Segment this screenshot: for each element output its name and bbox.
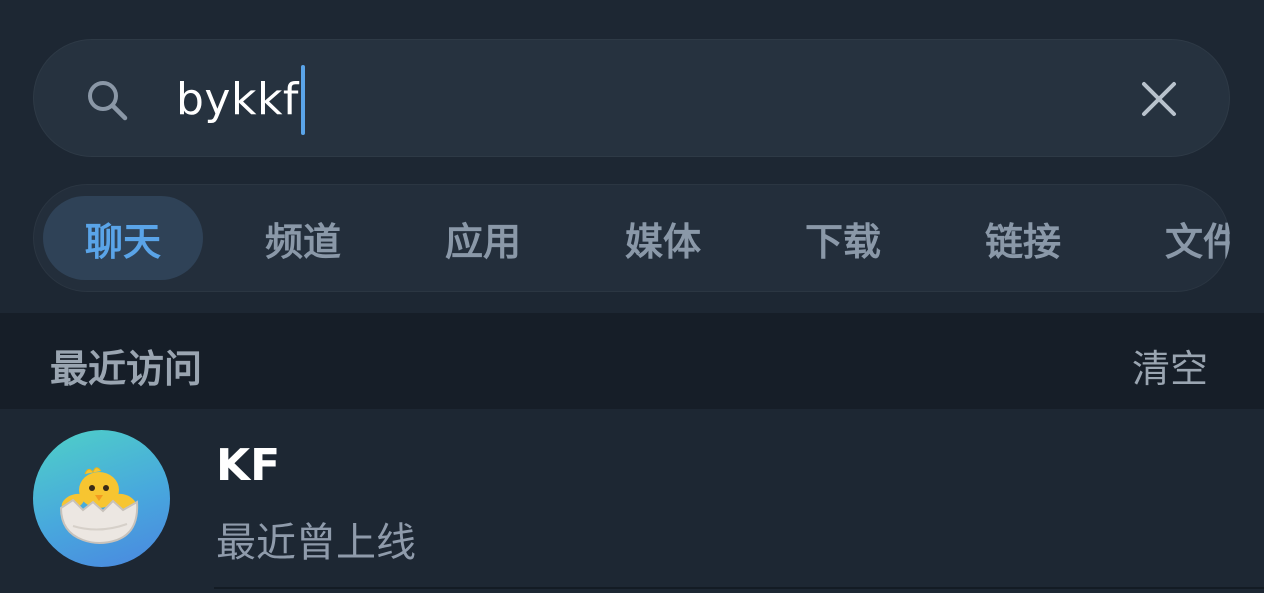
tab-files[interactable]: 文件 (1123, 196, 1230, 280)
list-item[interactable] (0, 409, 1264, 593)
contact-name: KF (216, 440, 281, 491)
tab-label: 应用 (444, 219, 521, 264)
text-caret (300, 65, 305, 135)
clear-button[interactable]: 清空 (1132, 338, 1208, 393)
tab-apps[interactable]: 应用 (403, 196, 563, 280)
contact-status: 最近曾上线 (216, 520, 416, 566)
tab-label: 链接 (984, 219, 1061, 264)
close-icon[interactable] (1137, 77, 1181, 121)
tab-channels[interactable]: 频道 (223, 196, 383, 280)
search-icon (88, 81, 128, 121)
tab-downloads[interactable]: 下载 (763, 196, 923, 280)
section-title: 最近访问 (50, 347, 203, 391)
tab-label: 下载 (804, 219, 881, 264)
tab-label: 聊天 (84, 219, 161, 264)
hatching-chick-icon (59, 467, 139, 544)
tab-label: 文件 (1164, 219, 1230, 264)
divider (214, 587, 1264, 589)
search-query: bykkf (176, 74, 299, 125)
tab-media[interactable]: 媒体 (583, 196, 743, 280)
tab-chats[interactable]: 聊天 (43, 196, 203, 280)
filter-tabs: 聊天 频道 应用 媒体 下载 链接 文件 (33, 184, 1230, 292)
search-input[interactable]: bykkf (176, 64, 305, 136)
avatar[interactable] (33, 430, 170, 567)
tab-label: 频道 (264, 219, 341, 264)
tab-label: 媒体 (624, 219, 701, 264)
tab-links[interactable]: 链接 (943, 196, 1103, 280)
